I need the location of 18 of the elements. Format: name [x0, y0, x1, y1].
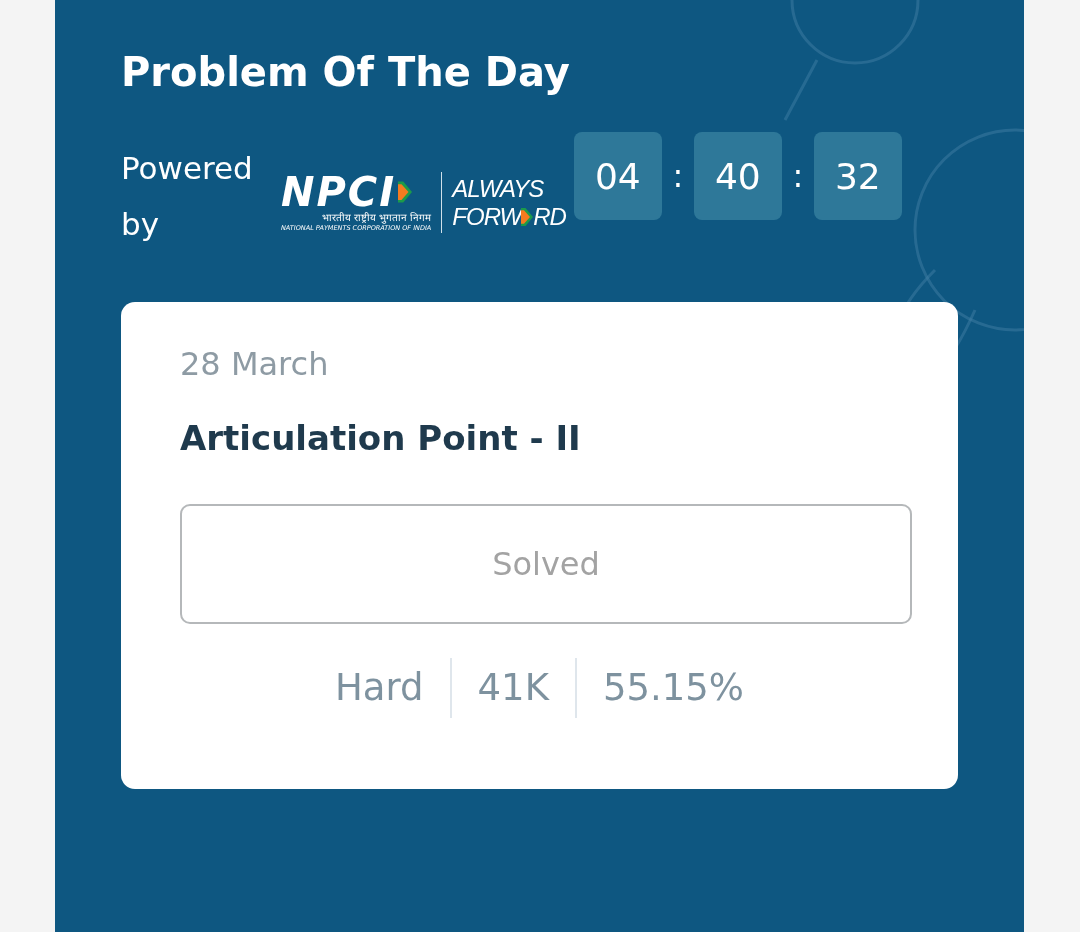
- logo-hindi-text: भारतीय राष्ट्रीय भुगतान निगम: [320, 212, 432, 224]
- stat-text: 41K: [476, 665, 551, 711]
- card-title: Problem Of The Day: [121, 48, 571, 97]
- timer-digits: 40: [693, 132, 782, 220]
- tagline-text: FORW: [452, 202, 522, 231]
- timer-separator: :: [791, 157, 805, 195]
- timer-separator: :: [671, 157, 685, 195]
- problem-title[interactable]: Articulation Point - II: [180, 414, 899, 462]
- timer-digits: 32: [813, 132, 902, 220]
- tagline-text: RD: [533, 202, 566, 231]
- timer-digits: 04: [573, 132, 662, 220]
- tagline-text: ALWAYS: [452, 174, 545, 203]
- powered-by-label: Powered by: [121, 149, 254, 244]
- logo-wordmark: NPCI: [281, 172, 397, 212]
- stat-text: 55.15%: [601, 665, 745, 711]
- stat-text: Hard: [334, 665, 425, 711]
- problem-date: 28 March: [180, 344, 330, 385]
- chevron-icon: [521, 206, 534, 227]
